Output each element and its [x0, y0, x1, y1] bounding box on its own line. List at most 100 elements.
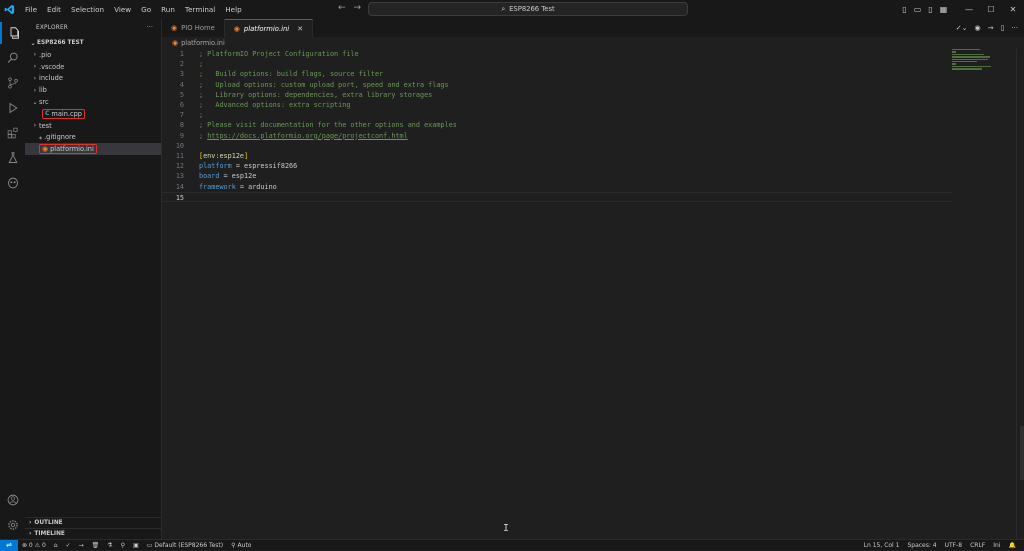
tree-item[interactable]: ◆ .gitignore — [25, 132, 161, 144]
tree-item[interactable]: › test — [25, 120, 161, 132]
code-line[interactable]: 1 ; PlatformIO Project Configuration file — [162, 49, 952, 59]
more-actions-icon[interactable]: ··· — [1011, 24, 1018, 32]
toggle-secondary-sidebar-icon[interactable]: ▯ — [924, 5, 937, 14]
tree-item[interactable]: › .pio — [25, 49, 161, 61]
menu-item-file[interactable]: File — [20, 0, 42, 19]
pio-alien-icon[interactable]: ◉ — [974, 24, 980, 32]
code-line[interactable]: 10 — [162, 141, 952, 151]
code-line[interactable]: 14 framework = arduino — [162, 182, 952, 192]
tab-label: platformio.ini — [243, 24, 290, 33]
code-line[interactable]: 7; — [162, 110, 952, 120]
back-arrow-icon[interactable]: ← — [338, 3, 346, 13]
pio-build-icon[interactable]: ✓ — [62, 542, 75, 549]
toggle-panel-icon[interactable]: ▭ — [911, 5, 924, 14]
tree-item[interactable]: › lib — [25, 84, 161, 96]
code-line[interactable]: 3 ; Build options: build flags, source fi… — [162, 69, 952, 79]
check-icon[interactable]: ✓⌄ — [956, 24, 968, 32]
pio-test-icon[interactable]: ⚗ — [103, 542, 116, 549]
notifications-bell-icon[interactable]: 🔔 — [1005, 542, 1020, 549]
code-line[interactable]: 13 board = esp12e — [162, 171, 952, 181]
tab-pio-home[interactable]: ◉ PIO Home — [162, 19, 225, 37]
code-token: board — [199, 172, 220, 181]
project-folder-header[interactable]: ⌄ ESP8266 TEST — [25, 37, 161, 49]
code-line[interactable]: 5 ; Library options: dependencies, extra … — [162, 90, 952, 100]
menu-item-run[interactable]: Run — [156, 0, 180, 19]
menu-item-help[interactable]: Help — [220, 0, 246, 19]
testing-flask-icon[interactable] — [0, 147, 25, 169]
menu-item-selection[interactable]: Selection — [66, 0, 109, 19]
layout-controls: ▯ ▭ ▯ ▦ — ☐ ✕ — [898, 0, 1024, 19]
tree-item[interactable]: ⌄ src — [25, 96, 161, 108]
line-number: 3 — [179, 70, 184, 79]
pio-home-icon[interactable]: ⌂ — [50, 542, 62, 549]
command-center-search[interactable]: ⌕ ESP8266 Test — [368, 2, 688, 16]
code-line[interactable]: 12 platform = espressif8266 — [162, 161, 952, 171]
code-line[interactable]: 8 ; Please visit documentation for the ot… — [162, 120, 952, 130]
menu-item-go[interactable]: Go — [136, 0, 156, 19]
code-line[interactable]: 6 ; Advanced options: extra scripting — [162, 100, 952, 110]
pio-terminal-icon[interactable]: ▣ — [129, 542, 143, 549]
code-line[interactable]: 4 ; Upload options: custom upload port, s… — [162, 80, 952, 90]
run-arrow-icon[interactable]: → — [988, 24, 994, 32]
tree-item[interactable]: Cmain.cpp — [25, 108, 161, 120]
cpp-file-icon: C — [45, 110, 50, 118]
accounts-icon[interactable] — [0, 489, 25, 511]
code-token: ; Upload options: custom upload port, sp… — [199, 80, 449, 89]
forward-arrow-icon[interactable]: → — [354, 3, 362, 13]
tree-item[interactable]: ◉ platformio.ini — [25, 143, 161, 156]
code-editor[interactable]: 1 ; PlatformIO Project Configuration file… — [162, 49, 1024, 539]
indentation[interactable]: Spaces: 4 — [903, 542, 940, 549]
close-window-icon[interactable]: ✕ — [1002, 5, 1024, 14]
pio-env-switcher[interactable]: ▭ Default (ESP8266 Test) — [143, 542, 227, 549]
language-mode[interactable]: Ini — [989, 542, 1004, 549]
code-line[interactable]: 11 [env:esp12e] — [162, 151, 952, 161]
outline-section[interactable]: › OUTLINE — [25, 517, 162, 528]
pio-upload-icon[interactable]: → — [75, 542, 88, 549]
extensions-icon[interactable] — [0, 122, 25, 144]
menu-item-view[interactable]: View — [109, 0, 136, 19]
tree-item[interactable]: › include — [25, 73, 161, 85]
chevron-right-icon: › — [29, 531, 32, 537]
tab-label: PIO Home — [181, 24, 215, 32]
source-control-icon[interactable] — [0, 72, 25, 94]
doc-link[interactable]: https://docs.platformio.org/page/project… — [207, 132, 408, 140]
tree-item[interactable]: › .vscode — [25, 61, 161, 73]
breadcrumb[interactable]: ◉ platformio.ini — [162, 37, 225, 49]
split-editor-icon[interactable]: ▯ — [1000, 24, 1004, 32]
explorer-sidebar: EXPLORER ··· ⌄ ESP8266 TEST › .pio › .vscod… — [25, 19, 162, 539]
env-label: Default (ESP8266 Test) — [154, 541, 224, 549]
timeline-section[interactable]: › TIMELINE — [25, 528, 162, 539]
manage-gear-icon[interactable] — [0, 514, 25, 536]
menu-item-edit[interactable]: Edit — [42, 0, 66, 19]
pio-serial-monitor-icon[interactable]: ⚲ — [117, 542, 129, 549]
maximize-icon[interactable]: ☐ — [980, 5, 1002, 14]
problems-indicator[interactable]: ⊗ 0 ⚠ 0 — [18, 542, 50, 549]
code-text: ; — [199, 110, 203, 120]
code-token: ; — [199, 60, 204, 69]
code-line[interactable]: 9; https://docs.platformio.org/page/proj… — [162, 131, 952, 141]
menu-item-terminal[interactable]: Terminal — [180, 0, 220, 19]
highlight-box: ◉ platformio.ini — [39, 144, 97, 155]
vertical-scrollbar[interactable] — [1016, 49, 1024, 539]
end-of-line[interactable]: CRLF — [966, 542, 989, 549]
pio-clean-icon[interactable]: 🗑 — [88, 542, 104, 549]
minimap[interactable] — [952, 49, 992, 79]
tab-platformio-ini[interactable]: ◉ platformio.ini ✕ — [224, 19, 314, 37]
line-number: 7 — [179, 111, 184, 120]
platformio-alien-icon[interactable] — [0, 172, 25, 194]
port-switcher[interactable]: ⚲ Auto — [227, 542, 255, 549]
toggle-primary-sidebar-icon[interactable]: ▯ — [898, 5, 911, 14]
code-line[interactable]: 15 — [162, 191, 952, 202]
cursor-position[interactable]: Ln 15, Col 1 — [860, 542, 904, 549]
code-line[interactable]: 2; — [162, 59, 952, 69]
minimize-icon[interactable]: — — [958, 5, 980, 14]
run-debug-icon[interactable] — [0, 97, 25, 119]
remote-indicator-icon[interactable]: ⇌ — [0, 539, 18, 551]
more-actions-icon[interactable]: ··· — [147, 25, 153, 31]
close-tab-icon[interactable]: ✕ — [297, 25, 303, 33]
line-number: 4 — [179, 80, 184, 89]
explorer-icon[interactable] — [0, 22, 25, 44]
encoding[interactable]: UTF-8 — [941, 542, 967, 549]
customize-layout-icon[interactable]: ▦ — [937, 5, 950, 14]
search-view-icon[interactable] — [0, 47, 25, 69]
